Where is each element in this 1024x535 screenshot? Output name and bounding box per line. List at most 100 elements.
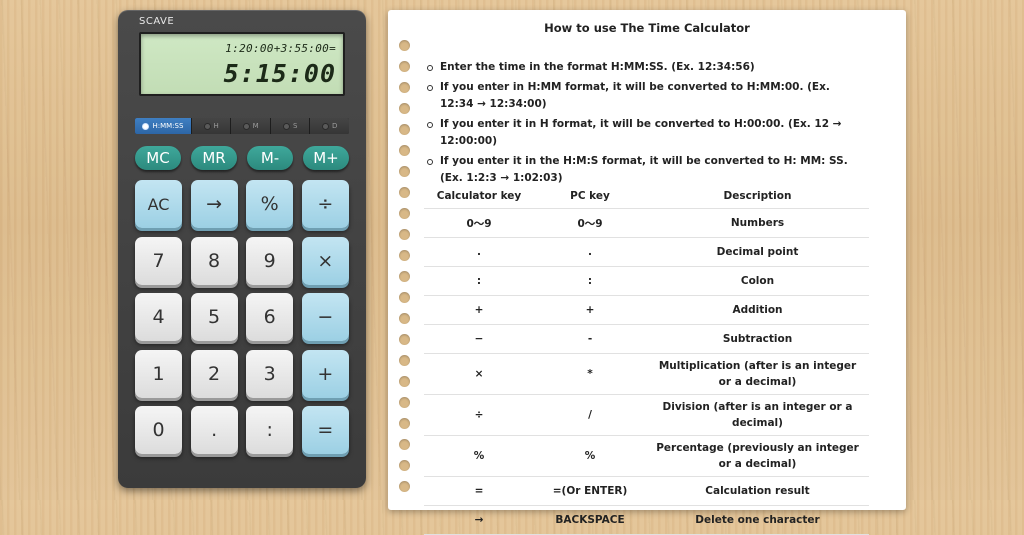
key-digit-8[interactable]: 8 bbox=[190, 236, 238, 285]
instruction-item: If you enter it in H format, it will be … bbox=[426, 116, 866, 150]
cell-description: Numbers bbox=[646, 208, 869, 238]
memory-key-mr[interactable]: MR bbox=[191, 146, 237, 170]
mode-selector: H:MM:SS H M S D bbox=[135, 118, 349, 134]
display-expression: 1:20:00+3:55:00= bbox=[225, 42, 336, 55]
time-calculator: SCAVE 1:20:00+3:55:00= 5:15:00 H:MM:SS H M… bbox=[118, 10, 366, 488]
cell-description: Percentage (previously an integer or a d… bbox=[646, 435, 869, 477]
instruction-item: If you enter in H:MM format, it will be … bbox=[426, 79, 866, 113]
mode-button-hmmss[interactable]: H:MM:SS bbox=[135, 118, 192, 134]
cell-calculator-key: % bbox=[424, 435, 534, 477]
key-digit-1[interactable]: 1 bbox=[135, 349, 182, 398]
key-subtract[interactable]: − bbox=[301, 293, 349, 341]
mode-label: M bbox=[252, 122, 259, 130]
cell-pc-key: . bbox=[534, 237, 646, 267]
binder-hole bbox=[399, 166, 410, 177]
cell-description: Multiplication (after is an integer or a… bbox=[646, 353, 869, 395]
mode-button-m[interactable]: M bbox=[231, 118, 271, 134]
cell-calculator-key: + bbox=[424, 295, 534, 325]
cell-description: Delete one character bbox=[646, 505, 869, 535]
binder-hole bbox=[399, 376, 410, 387]
memory-key-mc[interactable]: MC bbox=[135, 146, 181, 170]
cell-pc-key: =(Or ENTER) bbox=[534, 476, 646, 506]
binder-hole bbox=[399, 124, 410, 135]
instructions-notebook: How to use The Time Calculator Enter the… bbox=[388, 10, 906, 535]
table-row: + + Addition bbox=[424, 295, 869, 325]
cell-calculator-key: ÷ bbox=[424, 394, 534, 436]
key-digit-0[interactable]: 0 bbox=[135, 406, 182, 454]
binder-hole bbox=[399, 481, 410, 492]
mode-button-h[interactable]: H bbox=[191, 118, 232, 134]
mode-button-d[interactable]: D bbox=[310, 118, 349, 134]
memory-keys-row: MC MR M- M+ bbox=[135, 146, 349, 170]
binder-hole bbox=[399, 418, 410, 429]
key-digit-6[interactable]: 6 bbox=[246, 293, 294, 341]
key-backspace[interactable]: → bbox=[190, 180, 238, 228]
table-header-row: Calculator key PC key Description bbox=[424, 184, 869, 209]
mode-button-s[interactable]: S bbox=[270, 118, 311, 134]
cell-pc-key: + bbox=[534, 295, 646, 325]
display-result: 5:15:00 bbox=[223, 59, 336, 88]
key-digit-9[interactable]: 9 bbox=[246, 236, 294, 285]
cell-calculator-key: . bbox=[424, 237, 534, 267]
header-description: Description bbox=[646, 184, 869, 209]
key-divide[interactable]: ÷ bbox=[301, 180, 349, 228]
key-decimal[interactable]: . bbox=[190, 406, 238, 454]
brand-label: SCAVE bbox=[139, 16, 175, 27]
memory-key-mplus[interactable]: M+ bbox=[303, 146, 349, 170]
key-add[interactable]: + bbox=[301, 349, 349, 398]
cell-description: Calculation result bbox=[646, 476, 869, 506]
cell-calculator-key: : bbox=[424, 266, 534, 296]
header-calculator-key: Calculator key bbox=[424, 184, 534, 209]
table-row: %% Percentage (previously an integer or a… bbox=[424, 435, 869, 477]
keypad: AC →% ÷ 7 8 9 × 4 5 6− 1 2 3 +0.: = bbox=[135, 180, 349, 454]
key-clear[interactable]: AC bbox=[135, 180, 182, 228]
cell-pc-key: / bbox=[534, 394, 646, 436]
binder-hole bbox=[399, 355, 410, 366]
cell-calculator-key: × bbox=[424, 353, 534, 395]
binder-hole bbox=[399, 271, 410, 282]
table-row: → BACKSPACE Delete one character bbox=[424, 505, 869, 535]
key-digit-3[interactable]: 3 bbox=[246, 349, 294, 398]
binder-hole bbox=[399, 187, 410, 198]
memory-key-mminus[interactable]: M- bbox=[247, 146, 293, 170]
binder-hole bbox=[399, 40, 410, 51]
indicator-led-icon bbox=[282, 122, 290, 130]
cell-description: Subtraction bbox=[646, 324, 869, 354]
binder-hole bbox=[399, 397, 410, 408]
cell-description: Colon bbox=[646, 266, 869, 296]
mode-label: H bbox=[213, 122, 219, 130]
binder-holes bbox=[399, 40, 410, 502]
cell-pc-key: BACKSPACE bbox=[534, 505, 646, 535]
key-equals[interactable]: = bbox=[301, 406, 349, 454]
instruction-item: Enter the time in the format H:MM:SS. (E… bbox=[426, 59, 866, 76]
binder-hole bbox=[399, 313, 410, 324]
cell-pc-key: : bbox=[534, 266, 646, 296]
cell-calculator-key: → bbox=[424, 505, 534, 535]
cell-pc-key: % bbox=[534, 435, 646, 477]
mode-label: H:MM:SS bbox=[152, 122, 184, 130]
key-digit-5[interactable]: 5 bbox=[190, 293, 238, 341]
cell-calculator-key: − bbox=[424, 324, 534, 354]
cell-description: Addition bbox=[646, 295, 869, 325]
binder-hole bbox=[399, 61, 410, 72]
table-row: 0～9 0～9 Numbers bbox=[424, 208, 869, 238]
mode-label: S bbox=[292, 122, 298, 130]
calculator-display: 1:20:00+3:55:00= 5:15:00 bbox=[139, 32, 345, 96]
key-multiply[interactable]: × bbox=[301, 236, 349, 285]
cell-calculator-key: 0～9 bbox=[424, 208, 534, 238]
key-colon[interactable]: : bbox=[246, 406, 294, 454]
cell-pc-key: * bbox=[534, 353, 646, 395]
table-row: :: Colon bbox=[424, 266, 869, 296]
key-digit-4[interactable]: 4 bbox=[135, 293, 182, 341]
key-digit-7[interactable]: 7 bbox=[135, 236, 182, 285]
guide-title: How to use The Time Calculator bbox=[544, 21, 750, 35]
binder-hole bbox=[399, 229, 410, 240]
table-row: ÷ / Division (after is an integer or a dec… bbox=[424, 394, 869, 436]
key-percent[interactable]: % bbox=[246, 180, 294, 228]
table-body: 0～9 0～9 Numbers.. Decimal point:: Colon + + Add… bbox=[424, 208, 869, 535]
key-digit-2[interactable]: 2 bbox=[190, 349, 238, 398]
header-pc-key: PC key bbox=[534, 184, 646, 209]
binder-hole bbox=[399, 439, 410, 450]
table-row: .. Decimal point bbox=[424, 237, 869, 267]
instruction-list: Enter the time in the format H:MM:SS. (E… bbox=[426, 59, 866, 190]
